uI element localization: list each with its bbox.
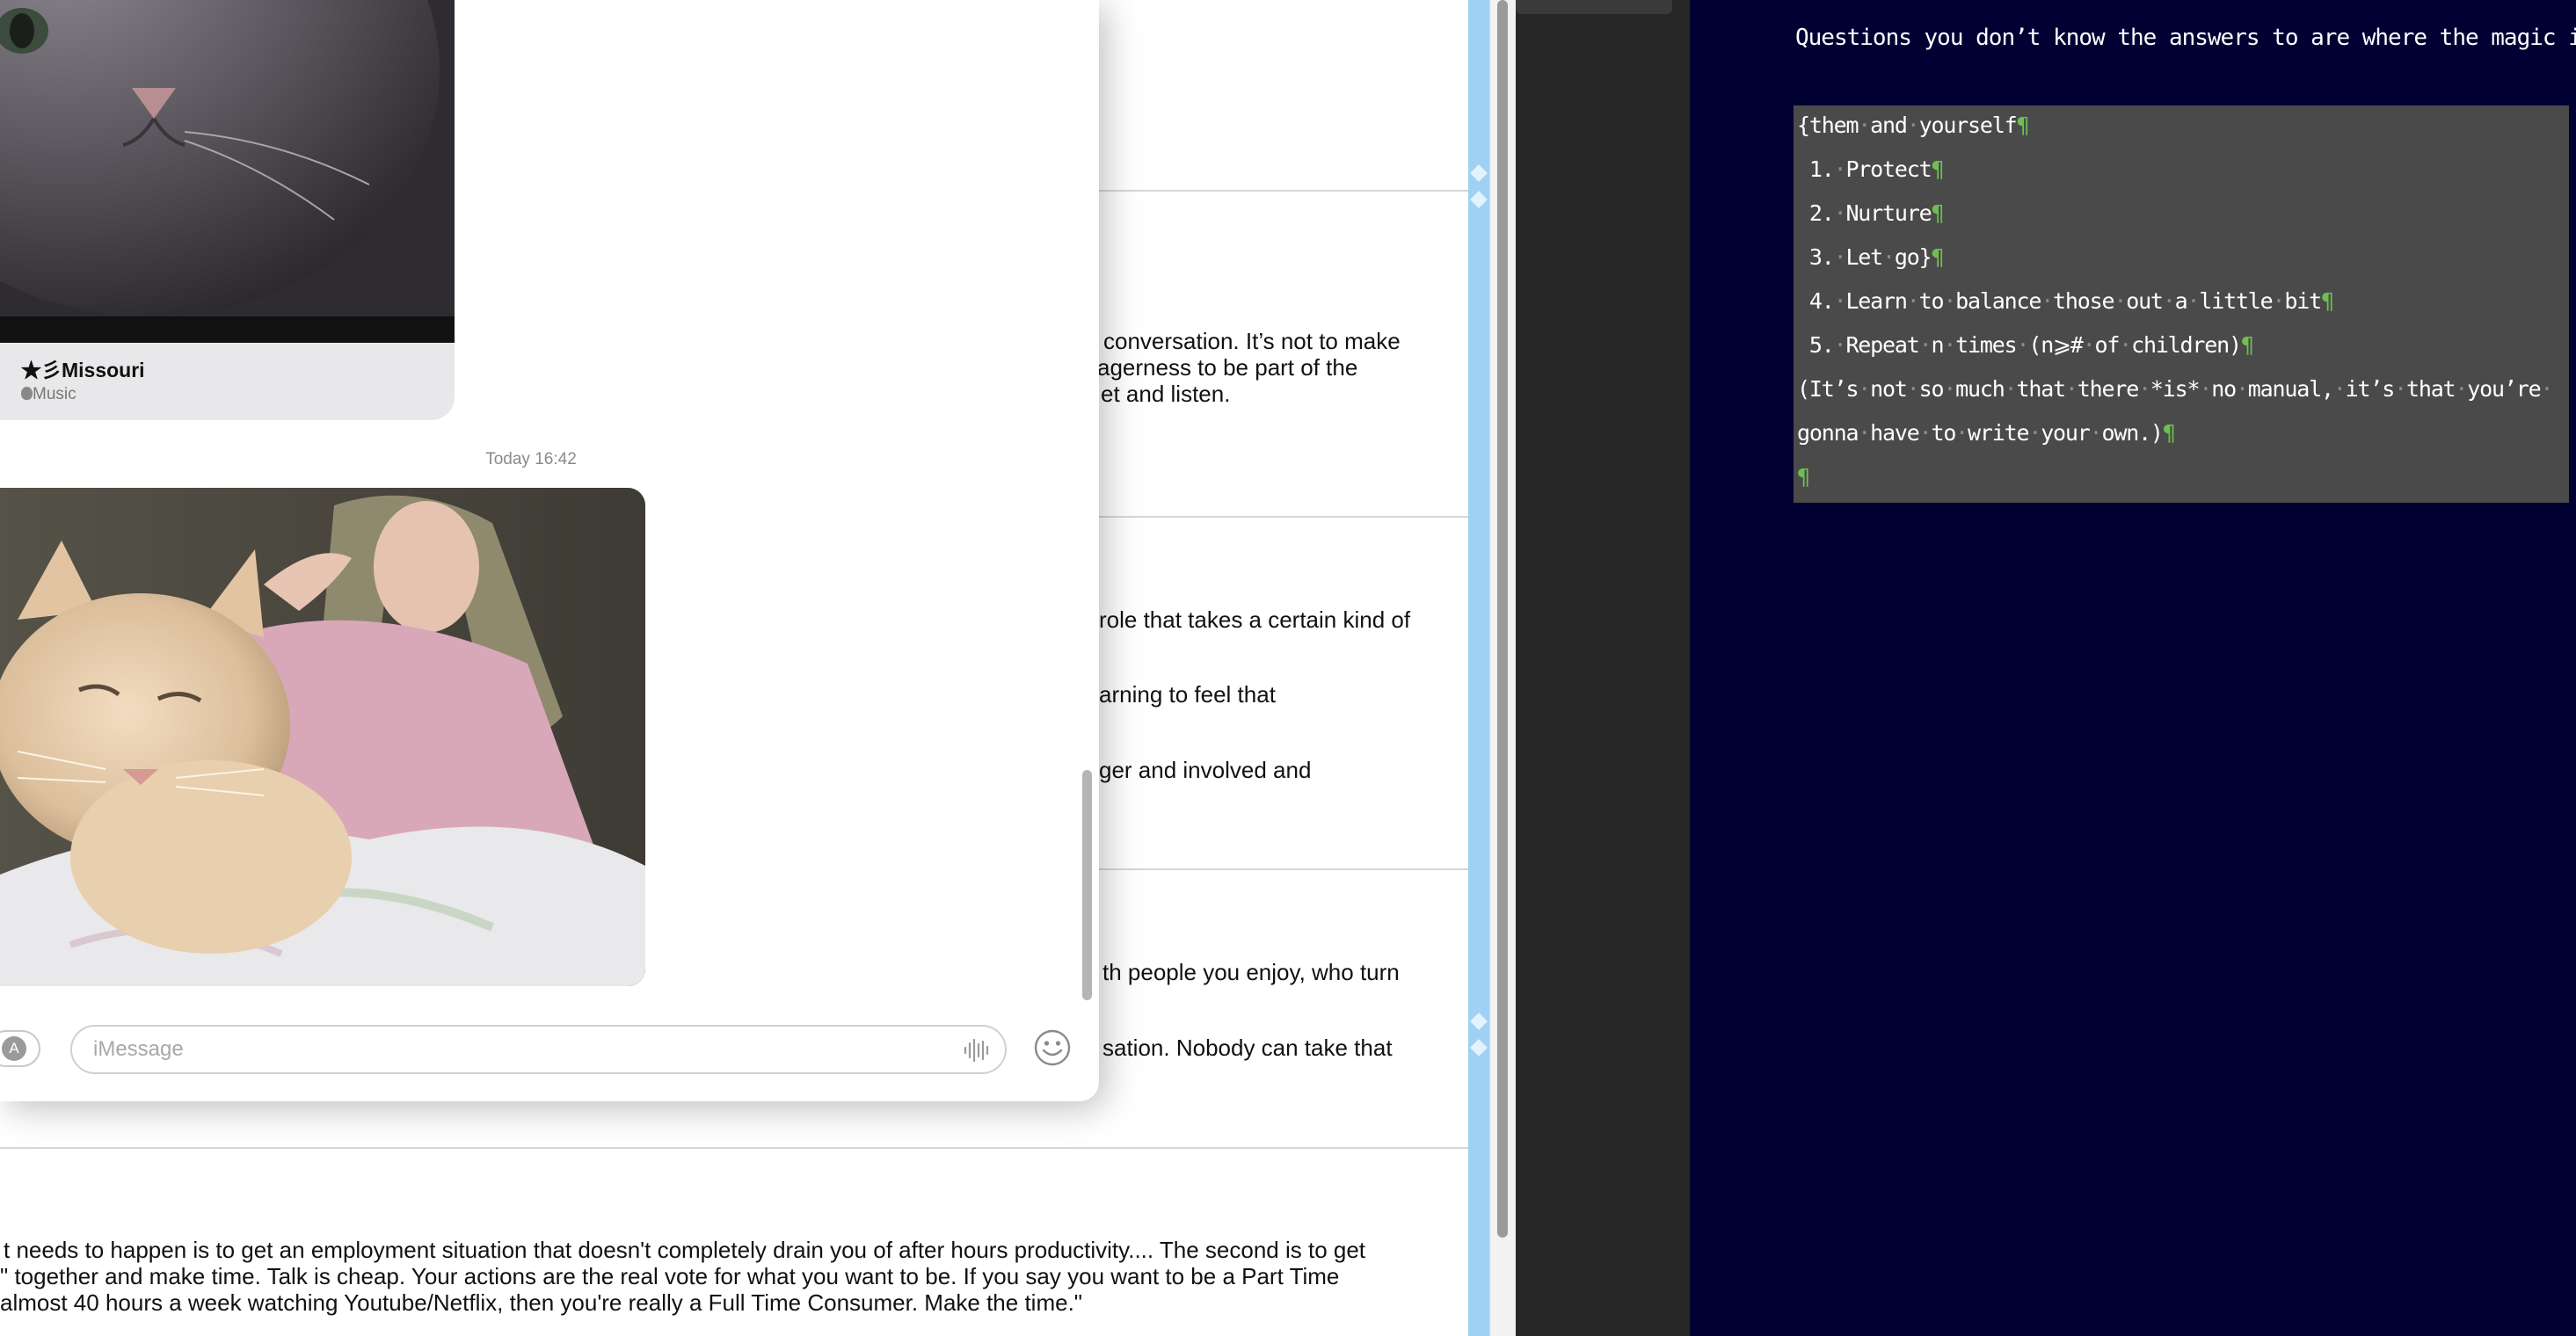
album-artwork-image[interactable] [0, 0, 455, 343]
app-store-icon: A [2, 1036, 26, 1061]
text-editor[interactable]: Questions you don’t know the answers to … [1690, 0, 2576, 1336]
window-tab[interactable] [1516, 0, 1672, 14]
divider-handle-icon [1470, 164, 1488, 182]
editor-line: 2.·Nurture¶ [1808, 200, 1945, 226]
pilcrow-icon: ¶ [1931, 156, 1944, 182]
song-title: ★彡Missouri [21, 359, 145, 381]
editor-heading: Questions you don’t know the answers to … [1795, 25, 2576, 51]
editor-line: 1.·Protect¶ [1808, 156, 1945, 182]
divider-handle-icon [1470, 1013, 1488, 1030]
editor-line: {them·and·yourself¶ [1797, 113, 2030, 138]
emoji-icon[interactable] [1033, 1028, 1072, 1067]
audio-waveform-icon[interactable] [963, 1038, 989, 1063]
text-line: t needs to happen is to get an employmen… [4, 1237, 1366, 1263]
app-store-button[interactable]: A [0, 1030, 40, 1067]
editor-line: 4.·Learn·to·balance·those·out·a·little·b… [1808, 288, 2334, 314]
text-line: agerness to be part of the [1097, 354, 1358, 381]
text-line: ger and involved and [1099, 757, 1312, 783]
imessage-field[interactable] [70, 1025, 1007, 1074]
editor-line: 3.·Let·go}¶ [1808, 244, 1945, 270]
pilcrow-icon: ¶ [2240, 332, 2254, 358]
divider [0, 1147, 1468, 1149]
sidebar-gap [1516, 0, 1690, 1336]
pilcrow-icon: ¶ [1797, 464, 1810, 490]
pilcrow-icon: ¶ [2016, 113, 2029, 138]
text-line: role that takes a certain kind of [1099, 606, 1411, 633]
text-line: " together and make time. Talk is cheap.… [0, 1263, 1340, 1289]
music-source: Music [21, 385, 76, 404]
photo-message[interactable] [0, 488, 645, 986]
text-line: conversation. It’s not to make [1103, 328, 1401, 354]
cat-closeup-image [0, 0, 455, 343]
editor-line: gonna·have·to·write·your·own.)¶ [1797, 420, 2176, 446]
divider-handle-icon [1470, 1039, 1488, 1056]
message-timestamp: Today 16:42 [485, 450, 577, 468]
text-line: et and listen. [1101, 381, 1231, 407]
text-line: arning to feel that [1099, 681, 1276, 708]
girl-with-cat-photo [0, 488, 645, 986]
pilcrow-icon: ¶ [2162, 420, 2176, 446]
message-input[interactable] [93, 1035, 937, 1064]
text-line: almost 40 hours a week watching Youtube/… [0, 1289, 1083, 1316]
document-scrollbar[interactable] [1489, 0, 1516, 1336]
scrollbar-thumb[interactable] [1497, 0, 1508, 1238]
messages-scrollbar-thumb[interactable] [1082, 770, 1092, 1000]
divider-handle-icon [1470, 191, 1488, 208]
text-line: sation. Nobody can take that [1102, 1035, 1393, 1061]
editor-line: ¶ [1797, 464, 1810, 490]
selected-text-block[interactable]: {them·and·yourself¶ 1.·Protect¶ 2.·Nurtu… [1794, 105, 2569, 503]
pilcrow-icon: ¶ [1931, 244, 1944, 270]
music-share-card[interactable]: ★彡Missouri Music [0, 343, 455, 420]
editor-line: 5.·Repeat·n·times·(n⩾#·of·children)¶ [1808, 332, 2254, 358]
messages-window[interactable]: ★彡Missouri Music Today 16:42 A iMessage [0, 0, 1099, 1101]
split-view-divider[interactable] [1468, 0, 1489, 1336]
pilcrow-icon: ¶ [1931, 200, 1944, 226]
apple-logo-icon [21, 387, 33, 400]
editor-line: (It’s·not·so·much·that·there·*is*·no·man… [1797, 376, 2553, 402]
text-line: th people you enjoy, who turn [1102, 959, 1400, 985]
pilcrow-icon: ¶ [2320, 288, 2334, 314]
